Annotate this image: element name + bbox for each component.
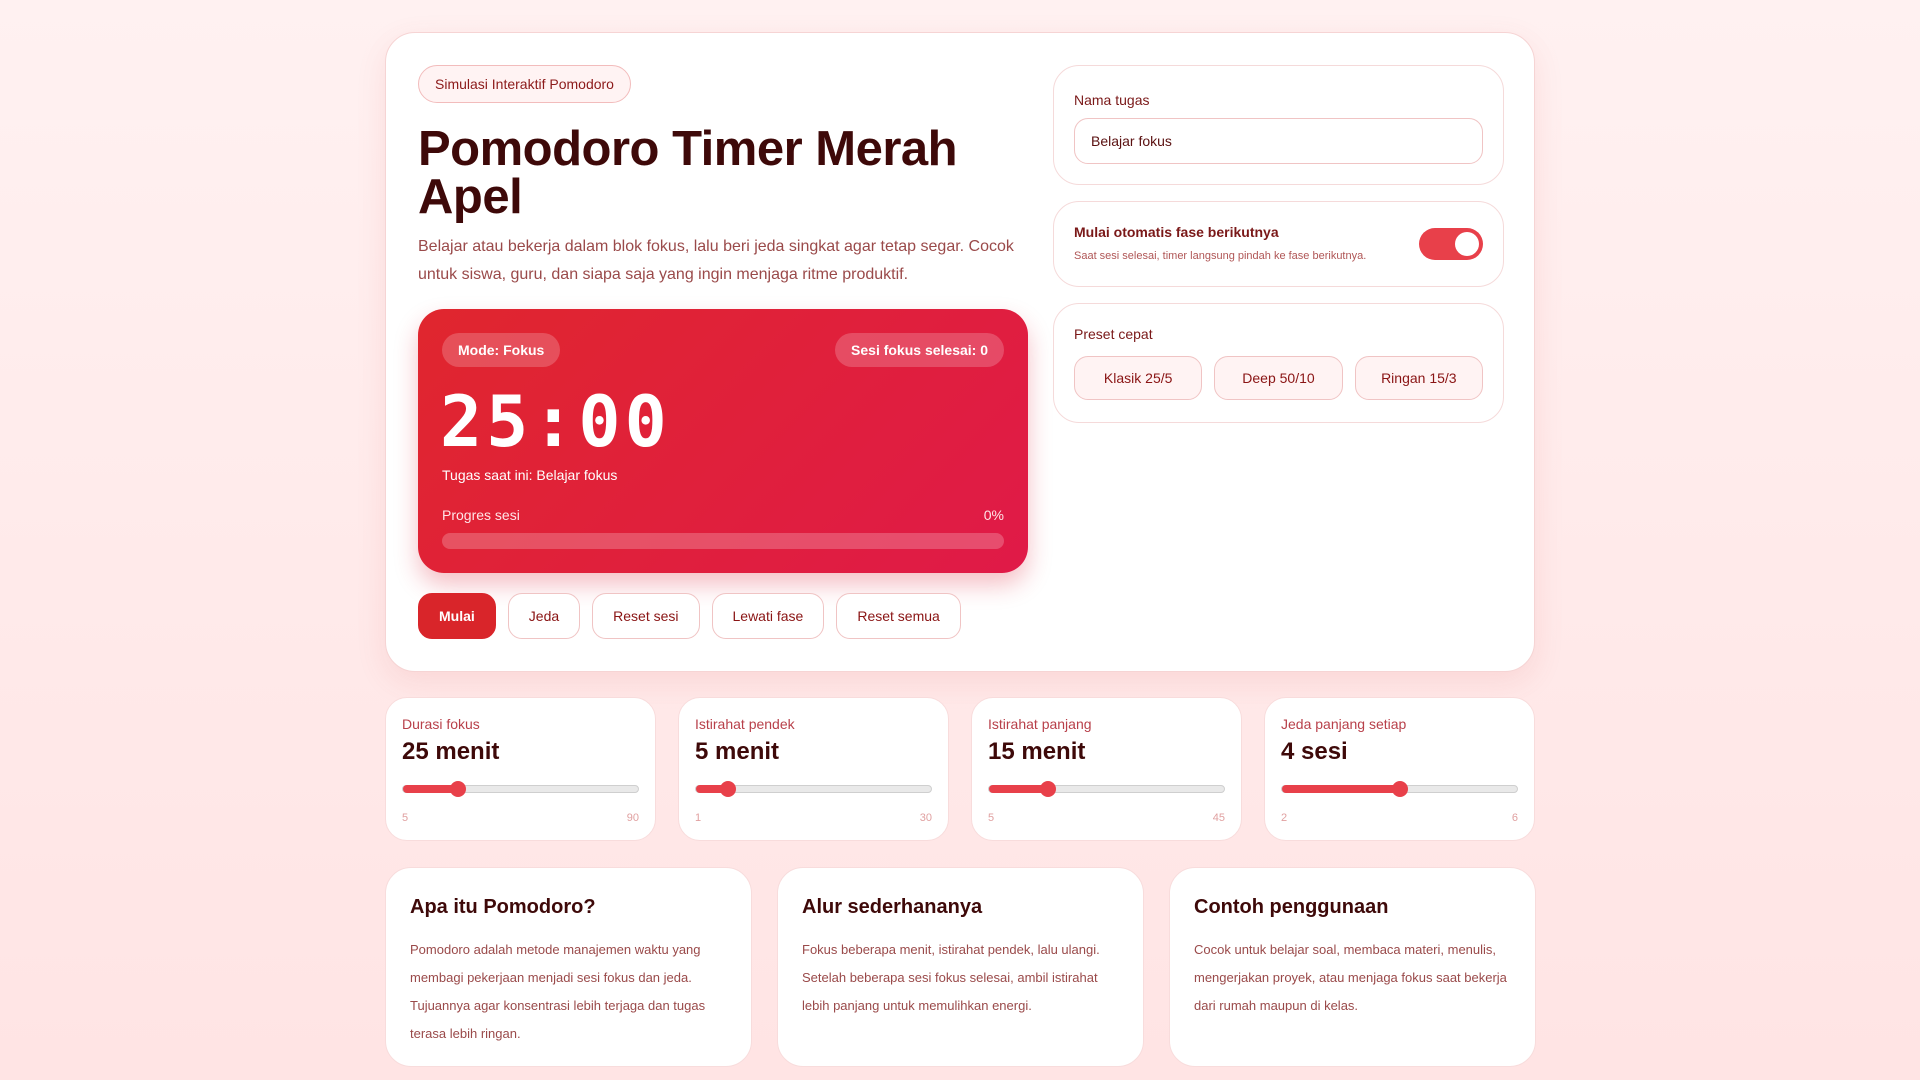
focus-duration-slider[interactable] xyxy=(402,781,639,797)
slider-label: Istirahat pendek xyxy=(695,716,795,732)
progress-bar xyxy=(442,533,1004,549)
info-card-what: Apa itu Pomodoro? Pomodoro adalah metode… xyxy=(385,867,752,1067)
sessions-badge: Sesi fokus selesai: 0 xyxy=(835,333,1004,367)
slider-label: Jeda panjang setiap xyxy=(1281,716,1407,732)
slider-thumb[interactable] xyxy=(450,781,467,797)
preset-buttons: Klasik 25/5 Deep 50/10 Ringan 15/3 xyxy=(1074,356,1483,400)
slider-max: 45 xyxy=(1212,812,1225,824)
progress-value: 0% xyxy=(983,507,1004,523)
main-card: Simulasi Interaktif Pomodoro Pomodoro Ti… xyxy=(385,32,1535,672)
info-title: Alur sederhananya xyxy=(802,896,983,918)
short-break-card: Istirahat pendek 5 menit 1 30 xyxy=(678,697,949,841)
slider-max: 30 xyxy=(919,812,932,824)
long-break-slider[interactable] xyxy=(988,781,1225,797)
slider-value: 5 menit xyxy=(695,738,780,765)
task-name-input[interactable] xyxy=(1074,118,1483,164)
skip-phase-button[interactable]: Lewati fase xyxy=(711,593,825,639)
slider-value: 15 menit xyxy=(988,738,1086,765)
info-title: Contoh penggunaan xyxy=(1194,896,1389,918)
current-task-text: Tugas saat ini: Belajar fokus xyxy=(442,467,618,483)
long-break-interval-card: Jeda panjang setiap 4 sesi 2 6 xyxy=(1264,697,1535,841)
preset-label: Preset cepat xyxy=(1074,326,1153,342)
page-title: Pomodoro Timer Merah Apel xyxy=(418,122,958,224)
slider-thumb[interactable] xyxy=(1039,781,1056,797)
slider-max: 90 xyxy=(626,812,639,824)
page-description: Belajar atau bekerja dalam blok fokus, l… xyxy=(418,238,1014,283)
info-title: Apa itu Pomodoro? xyxy=(410,896,596,918)
preset-panel: Preset cepat Klasik 25/5 Deep 50/10 Ring… xyxy=(1053,303,1504,423)
info-text: Fokus beberapa menit, istirahat pendek, … xyxy=(802,942,1100,1013)
long-break-card: Istirahat panjang 15 menit 5 45 xyxy=(971,697,1242,841)
toggle-knob xyxy=(1455,232,1479,256)
slider-thumb[interactable] xyxy=(1391,781,1408,797)
preset-light-button[interactable]: Ringan 15/3 xyxy=(1354,356,1483,400)
reset-all-button[interactable]: Reset semua xyxy=(836,593,961,639)
slider-min: 1 xyxy=(695,812,702,824)
slider-label: Istirahat panjang xyxy=(988,716,1092,732)
slider-max: 6 xyxy=(1511,812,1518,824)
info-text: Cocok untuk belajar soal, membaca materi… xyxy=(1194,942,1507,1013)
slider-label: Durasi fokus xyxy=(402,716,480,732)
reset-session-button[interactable]: Reset sesi xyxy=(592,593,700,639)
auto-start-panel: Mulai otomatis fase berikutnya Saat sesi… xyxy=(1053,201,1504,287)
task-label: Nama tugas xyxy=(1074,92,1150,108)
slider-min: 5 xyxy=(402,812,409,824)
auto-start-toggle[interactable] xyxy=(1419,228,1483,260)
info-card-flow: Alur sederhananya Fokus beberapa menit, … xyxy=(777,867,1144,1067)
mode-badge: Mode: Fokus xyxy=(442,333,561,367)
auto-start-label: Mulai otomatis fase berikutnya xyxy=(1074,224,1279,240)
timer-clock: 25:00 xyxy=(440,381,671,463)
slider-value: 25 menit xyxy=(402,738,500,765)
preset-classic-button[interactable]: Klasik 25/5 xyxy=(1074,356,1203,400)
header-badge: Simulasi Interaktif Pomodoro xyxy=(418,65,631,103)
focus-duration-card: Durasi fokus 25 menit 5 90 xyxy=(385,697,656,841)
short-break-slider[interactable] xyxy=(695,781,932,797)
slider-value: 4 sesi xyxy=(1281,738,1348,765)
auto-start-description: Saat sesi selesai, timer langsung pindah… xyxy=(1074,250,1367,262)
progress-label: Progres sesi xyxy=(442,507,520,523)
pause-button[interactable]: Jeda xyxy=(507,593,581,639)
info-card-usage: Contoh penggunaan Cocok untuk belajar so… xyxy=(1169,867,1536,1067)
preset-deep-button[interactable]: Deep 50/10 xyxy=(1214,356,1343,400)
task-panel: Nama tugas xyxy=(1053,65,1504,185)
slider-min: 2 xyxy=(1281,812,1288,824)
long-break-interval-slider[interactable] xyxy=(1281,781,1518,797)
timer-controls: Mulai Jeda Reset sesi Lewati fase Reset … xyxy=(418,593,961,639)
slider-min: 5 xyxy=(988,812,995,824)
start-button[interactable]: Mulai xyxy=(418,593,496,639)
slider-thumb[interactable] xyxy=(720,781,737,797)
timer-card: Mode: Fokus Sesi fokus selesai: 0 25:00 … xyxy=(418,309,1028,573)
slider-fill xyxy=(1282,785,1400,793)
slider-fill xyxy=(989,785,1048,793)
info-text: Pomodoro adalah metode manajemen waktu y… xyxy=(410,942,706,1041)
